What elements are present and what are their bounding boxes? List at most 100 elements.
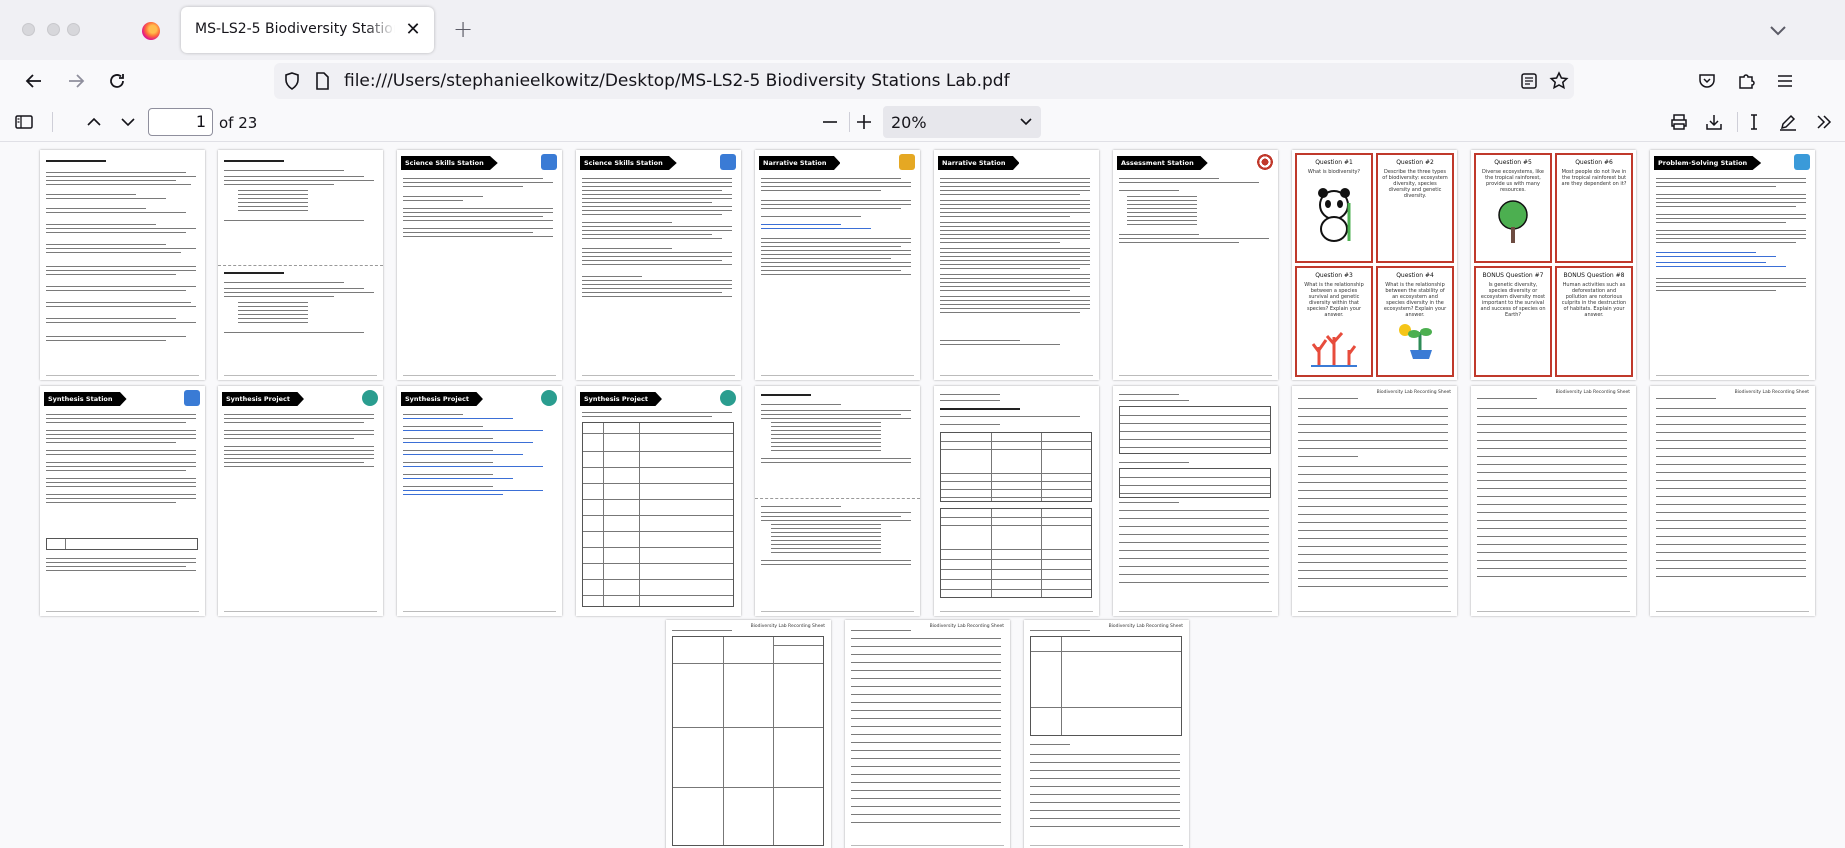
book-icon — [899, 154, 915, 170]
pdf-page[interactable]: Narrative Station — [934, 150, 1099, 380]
download-button[interactable] — [1700, 108, 1728, 136]
print-button[interactable] — [1665, 108, 1693, 136]
zoom-select[interactable]: 20% — [883, 106, 1041, 138]
reload-button[interactable] — [103, 67, 131, 95]
new-tab-button[interactable]: + — [450, 15, 476, 43]
panda-icon — [1318, 188, 1351, 242]
station-header: Science Skills Station — [580, 156, 677, 170]
pdf-page[interactable]: Science Skills Station — [576, 150, 741, 380]
coral-icon — [1311, 332, 1357, 367]
pdf-page[interactable]: Narrative Station — [755, 150, 920, 380]
extensions-icon[interactable] — [1736, 71, 1756, 91]
back-button[interactable] — [20, 67, 48, 95]
firefox-icon — [142, 22, 160, 40]
question-card: Question #6 Most people do not live in t… — [1555, 153, 1633, 263]
recording-sheet-title: Biodiversity Lab Recording Sheet — [750, 624, 825, 629]
minus-icon — [823, 121, 837, 123]
url-bar[interactable]: file:///Users/stephanieelkowitz/Desktop/… — [274, 63, 1574, 99]
globe-icon — [541, 390, 557, 406]
toolbar-separator — [52, 112, 53, 132]
minimize-window-button[interactable] — [47, 23, 60, 36]
pdf-page[interactable]: Synthesis Project — [218, 386, 383, 616]
tab-title: MS-LS2-5 Biodiversity Stations Lab.pdf — [195, 21, 395, 37]
text-cursor-icon — [1751, 114, 1757, 130]
text-tool-button[interactable] — [1740, 108, 1768, 136]
station-header: Assessment Station — [1117, 156, 1208, 170]
globe-icon — [720, 390, 736, 406]
station-header: Synthesis Station — [44, 392, 127, 406]
reader-view-icon[interactable] — [1519, 71, 1539, 91]
pocket-icon[interactable] — [1697, 71, 1717, 91]
pdf-page-question-cards[interactable]: Question #5 Diverse ecosystems, like the… — [1471, 150, 1636, 380]
microscope-icon — [541, 154, 557, 170]
plant-pot-icon — [1399, 324, 1432, 359]
station-header: Narrative Station — [759, 156, 841, 170]
people-icon — [184, 390, 200, 406]
pdf-page-question-cards[interactable]: Question #1 What is biodiversity? Questi… — [1292, 150, 1457, 380]
tab-active[interactable]: MS-LS2-5 Biodiversity Stations Lab.pdf ✕ — [181, 7, 434, 53]
save-icon — [1706, 115, 1722, 130]
arrow-left-icon — [25, 74, 41, 88]
pen-icon — [1780, 114, 1796, 131]
page-number-input[interactable]: 1 — [148, 108, 213, 136]
draw-tool-button[interactable] — [1774, 108, 1802, 136]
pdf-page[interactable] — [934, 386, 1099, 616]
pdf-page[interactable]: Science Skills Station — [397, 150, 562, 380]
pdf-page[interactable]: Biodiversity Lab Recording Sheet — [845, 620, 1010, 848]
puzzle-icon — [1794, 154, 1810, 170]
pdf-page[interactable]: Synthesis Project — [397, 386, 562, 616]
sidebar-icon — [15, 115, 33, 129]
zoom-out-button[interactable] — [816, 108, 844, 136]
pdf-page[interactable] — [1113, 386, 1278, 616]
maximize-window-button[interactable] — [67, 23, 80, 36]
station-header: Problem-Solving Station — [1654, 156, 1762, 170]
pdf-page[interactable]: Biodiversity Lab Recording Sheet — [1292, 386, 1457, 616]
sidebar-toggle-button[interactable] — [10, 108, 38, 136]
tab-close-icon[interactable]: ✕ — [401, 17, 425, 41]
pdf-page[interactable]: Assessment Station — [1113, 150, 1278, 380]
chevron-down-icon — [121, 118, 135, 127]
close-window-button[interactable] — [22, 23, 35, 36]
recording-sheet-title: Biodiversity Lab Recording Sheet — [1734, 390, 1809, 395]
pdf-page[interactable]: Synthesis Station — [40, 386, 205, 616]
nav-bar: file:///Users/stephanieelkowitz/Desktop/… — [0, 60, 1845, 102]
pdf-page[interactable] — [40, 150, 205, 380]
pdf-viewer[interactable]: Science Skills Station Science Skills St… — [0, 142, 1845, 848]
pdf-page[interactable] — [755, 386, 920, 616]
list-all-tabs-icon[interactable] — [1766, 18, 1790, 42]
question-card: BONUS Question #8 Human activities such … — [1555, 266, 1633, 377]
page-icon[interactable] — [312, 71, 332, 91]
question-card: Question #2 Describe the three types of … — [1376, 153, 1454, 263]
toolbar-separator — [1737, 112, 1738, 132]
bookmark-star-icon[interactable] — [1549, 71, 1569, 91]
pdf-page[interactable]: Problem-Solving Station — [1650, 150, 1815, 380]
more-tools-button[interactable] — [1810, 108, 1838, 136]
pdf-page[interactable]: Biodiversity Lab Recording Sheet — [1650, 386, 1815, 616]
tab-strip: MS-LS2-5 Biodiversity Stations Lab.pdf ✕… — [0, 0, 1845, 60]
pdf-page[interactable] — [218, 150, 383, 380]
zoom-value: 20% — [891, 113, 927, 132]
recording-sheet-title: Biodiversity Lab Recording Sheet — [929, 624, 1004, 629]
forward-button[interactable] — [62, 67, 90, 95]
recording-sheet-title: Biodiversity Lab Recording Sheet — [1376, 390, 1451, 395]
pdf-page[interactable]: Biodiversity Lab Recording Sheet — [1471, 386, 1636, 616]
arrow-right-icon — [69, 74, 85, 88]
recording-sheet-title: Biodiversity Lab Recording Sheet — [1108, 624, 1183, 629]
pdf-page[interactable]: Biodiversity Lab Recording Sheet — [666, 620, 831, 848]
previous-page-button[interactable] — [80, 108, 108, 136]
menu-icon[interactable] — [1775, 71, 1795, 91]
target-icon — [1257, 154, 1273, 170]
station-header: Science Skills Station — [401, 156, 498, 170]
next-page-button[interactable] — [114, 108, 142, 136]
question-card: Question #5 Diverse ecosystems, like the… — [1474, 153, 1552, 263]
station-header: Synthesis Project — [401, 392, 483, 406]
station-header: Synthesis Project — [222, 392, 304, 406]
pdf-page[interactable]: Synthesis Project — [576, 386, 741, 616]
chevron-up-icon — [87, 117, 101, 126]
url-text[interactable]: file:///Users/stephanieelkowitz/Desktop/… — [344, 71, 1010, 91]
zoom-in-button[interactable] — [850, 108, 878, 136]
pdf-toolbar: 1 of 23 20% — [0, 102, 1845, 142]
microscope-icon — [720, 154, 736, 170]
shield-icon[interactable] — [282, 71, 302, 91]
pdf-page[interactable]: Biodiversity Lab Recording Sheet — [1024, 620, 1189, 848]
